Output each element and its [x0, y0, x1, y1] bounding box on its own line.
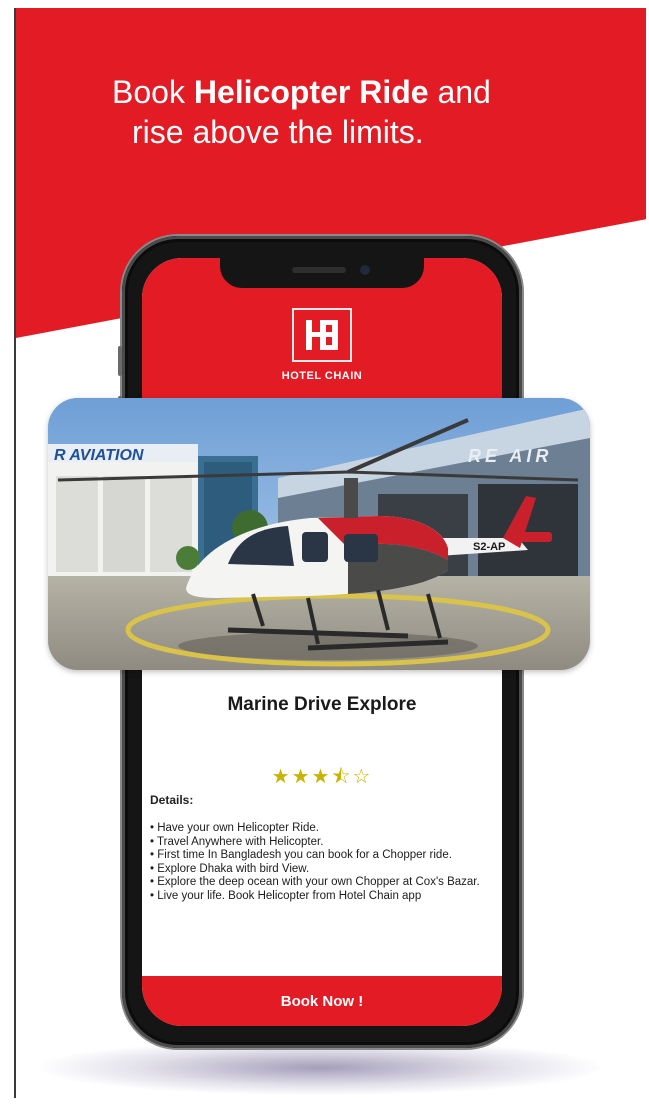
list-item: Have your own Helicopter Ride.: [150, 822, 495, 836]
half-star-icon: ⯪: [331, 766, 353, 788]
app-header: HOTEL CHAIN: [142, 258, 502, 418]
list-item: Live your life. Book Helicopter from Hot…: [150, 890, 495, 904]
hangar-sign-right: RE AIR: [468, 446, 552, 466]
listing-title: Marine Drive Explore: [227, 694, 417, 715]
headline-post: and: [428, 74, 491, 110]
headline-highlight: Helicopter Ride: [193, 74, 429, 110]
list-item: Travel Anywhere with Helicopter.: [150, 836, 495, 850]
details-label: Details:: [150, 793, 194, 807]
tail-code: S2-AP: [473, 541, 505, 553]
hangar-sign-left: R AVIATION: [54, 447, 144, 464]
star-icon: ★: [291, 766, 312, 788]
brand-name: HOTEL CHAIN: [281, 370, 363, 382]
rating-stars: ★★★⯪☆: [142, 762, 502, 796]
headline-pre: Book: [112, 74, 194, 110]
phone-shadow: [40, 1040, 600, 1095]
book-now-button[interactable]: Book Now !: [142, 976, 502, 1026]
list-item: First time In Bangladesh you can book fo…: [150, 849, 495, 863]
details-list: Have your own Helicopter Ride. Travel An…: [150, 822, 495, 903]
empty-star-icon: ☆: [352, 766, 373, 788]
list-item: Explore Dhaka with bird View.: [150, 863, 495, 877]
front-camera: [360, 265, 370, 275]
list-item: Explore the deep ocean with your own Cho…: [150, 876, 495, 890]
hotel-chain-logo-icon: [292, 308, 352, 362]
phone-notch: [220, 258, 424, 288]
star-icon: ★: [271, 766, 292, 788]
star-icon: ★: [311, 766, 332, 788]
headline-line2: rise above the limits.: [132, 114, 424, 150]
phone-mute-switch: [118, 346, 122, 376]
promo-headline: Book Helicopter Ride and rise above the …: [112, 72, 632, 152]
helicopter-illustration: R AVIATION RE AIR S2-AP: [48, 398, 590, 670]
speaker-grill: [292, 267, 346, 273]
helicopter-photo: R AVIATION RE AIR S2-AP: [48, 398, 590, 670]
